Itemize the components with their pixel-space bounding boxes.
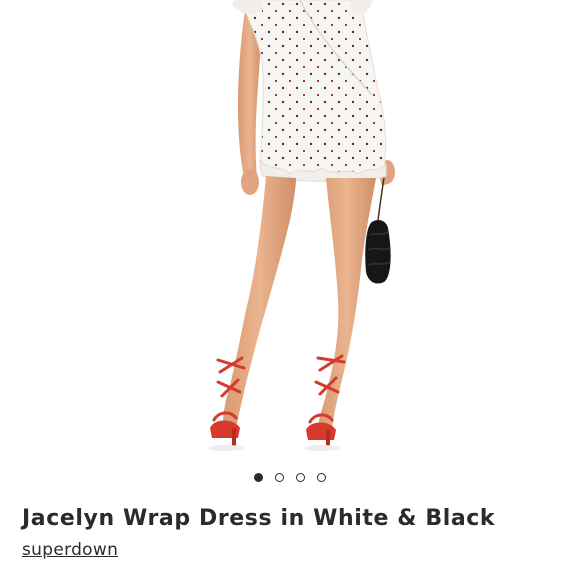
product-title: Jacelyn Wrap Dress in White & Black bbox=[22, 506, 496, 531]
brand-link[interactable]: superdown bbox=[22, 540, 118, 560]
carousel-dot-3[interactable] bbox=[296, 473, 305, 482]
product-listing-page: Jacelyn Wrap Dress in White & Black supe… bbox=[0, 0, 580, 580]
carousel-dot-4[interactable] bbox=[317, 473, 326, 482]
carousel-dot-1[interactable] bbox=[254, 473, 263, 482]
product-photo-illustration bbox=[208, 0, 395, 451]
product-photo[interactable] bbox=[0, 0, 580, 455]
carousel-dot-2[interactable] bbox=[275, 473, 284, 482]
image-carousel-dots bbox=[0, 473, 580, 482]
